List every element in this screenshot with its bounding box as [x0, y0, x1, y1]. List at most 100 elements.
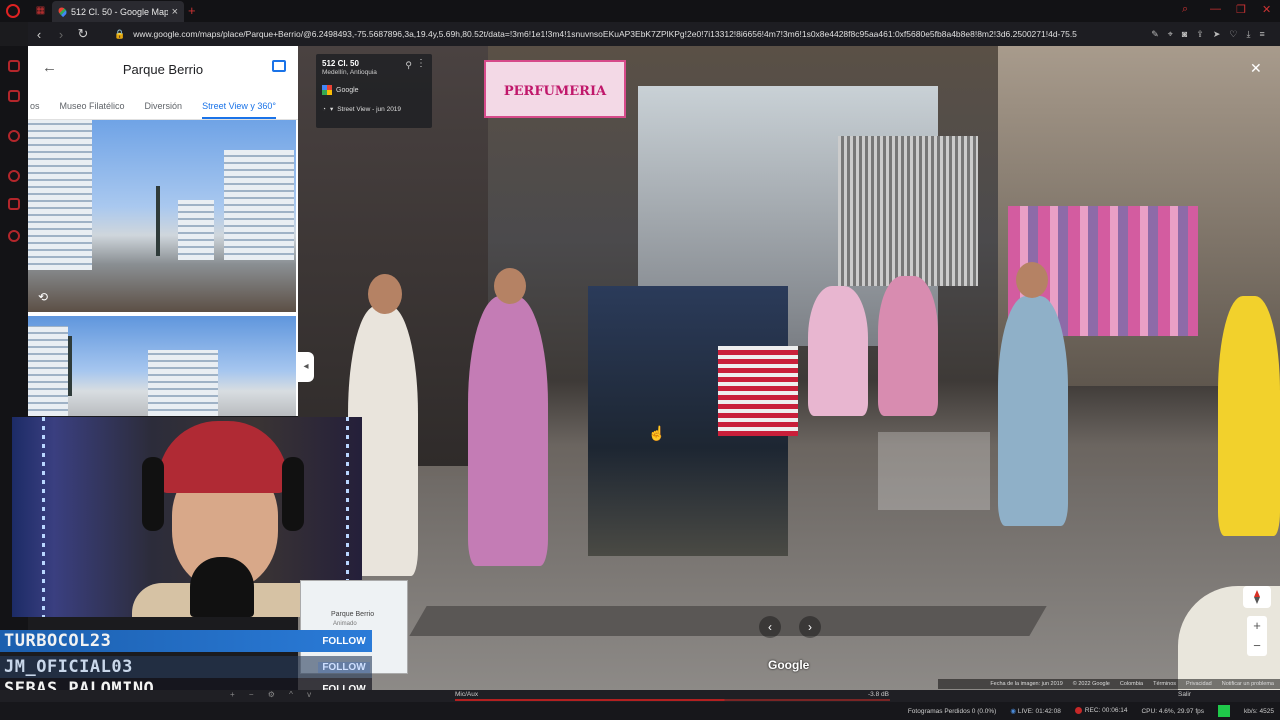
audio-mixer: + − ⚙ ^ v Mic/Aux -3.8 dB Salir [0, 690, 1280, 702]
bitrate: kb/s: 4525 [1244, 707, 1274, 715]
live-timer: ◉ LIVE: 01:42:08 [1010, 707, 1061, 715]
zoom-out-icon[interactable]: − [1247, 636, 1267, 656]
minimize-icon[interactable]: — [1210, 3, 1221, 15]
audio-source-label: Mic/Aux [455, 691, 479, 698]
tab-street-view-360[interactable]: Street View y 360° [202, 101, 277, 119]
led-strip [42, 417, 45, 617]
edit-icon[interactable]: ✎ [1151, 29, 1159, 40]
statue [68, 336, 72, 396]
close-tab-icon[interactable]: × [172, 6, 178, 18]
hover-highlight [878, 432, 990, 510]
url-field[interactable]: www.google.com/maps/place/Parque+Berrio/… [133, 29, 1143, 39]
photo-category-tabs: os Museo Filatélico Diversión Street Vie… [28, 92, 298, 120]
privacy-link[interactable]: Privacidad [1186, 681, 1212, 687]
download-icon[interactable]: ⤓ [1246, 29, 1250, 40]
close-window-icon[interactable]: ✕ [1262, 3, 1271, 16]
reload-icon[interactable]: ↻ [72, 26, 94, 42]
date-selector[interactable]: ◔ ▾ Street View - jun 2019 [322, 105, 426, 114]
person-head [1016, 262, 1048, 298]
zoom-in-icon[interactable]: + [1247, 616, 1267, 636]
collapse-panel-button[interactable]: ◂ [298, 352, 314, 382]
building [224, 150, 294, 260]
send-icon[interactable]: ➤ [1213, 29, 1221, 40]
next-image-button[interactable]: › [799, 616, 821, 638]
share-icon[interactable]: ⇪ [1196, 29, 1204, 40]
history-icon[interactable] [8, 170, 20, 182]
browser-tab[interactable]: 512 Cl. 50 - Google Maps × [52, 1, 184, 22]
photo-thumbnail[interactable] [28, 316, 296, 416]
add-photo-icon[interactable] [272, 60, 286, 72]
pin-icon[interactable]: ⚲ [405, 60, 412, 71]
tab-menu-icon[interactable]: ▦ [34, 4, 47, 17]
new-tab-icon[interactable]: + [188, 3, 196, 18]
follower-row: TURBOCOL23 FOLLOW [0, 630, 372, 652]
person [878, 276, 938, 416]
person-head [368, 274, 402, 314]
frames-dropped: Fotogramas Perdidos 0 (0.0%) [907, 707, 997, 715]
search-tabs-icon[interactable]: ⌕ [1182, 3, 1188, 16]
follower-name: TURBOCOL23 [4, 631, 112, 651]
360-icon: ⟲ [38, 290, 49, 304]
audio-db-readout: -3.8 dB [868, 691, 889, 698]
back-icon[interactable]: ‹ [28, 27, 50, 42]
country-link[interactable]: Colombia [1120, 681, 1143, 687]
location-icon[interactable]: ⌖ [1168, 29, 1173, 40]
exit-button[interactable]: Salir [1178, 691, 1191, 698]
menu-icon[interactable]: ≡ [1259, 29, 1264, 40]
home-icon[interactable] [8, 60, 20, 72]
close-street-view-icon[interactable]: ✕ [1250, 60, 1262, 77]
follow-badge: FOLLOW [322, 635, 366, 647]
street-view-panorama[interactable]: PERFUMERIA [298, 46, 1280, 690]
storefront-sign: PERFUMERIA [484, 60, 626, 118]
person [468, 296, 548, 566]
browser-tab-bar: ▦ 512 Cl. 50 - Google Maps × + ⌕ — ❐ ✕ [0, 0, 1280, 22]
person [998, 296, 1068, 526]
minimap-place-label: Parque Berrio [331, 611, 375, 618]
mouse-cursor-icon: ☝ [648, 425, 666, 441]
live-time: LIVE: 01:42:08 [1017, 708, 1061, 715]
obs-status-bar: Fotogramas Perdidos 0 (0.0%) ◉ LIVE: 01:… [0, 702, 1280, 720]
clock-icon: ◔ [322, 105, 326, 113]
bookmarks-icon[interactable] [8, 198, 20, 210]
forward-icon[interactable]: › [50, 27, 72, 42]
tab-diversion[interactable]: Diversión [145, 101, 183, 111]
back-arrow-icon[interactable]: ← [42, 59, 57, 76]
copyright: © 2022 Google [1072, 681, 1110, 687]
minimap-sublabel: Animado [333, 621, 357, 627]
report-problem-link[interactable]: Notificar un problema [1222, 681, 1274, 687]
opera-logo-icon[interactable] [6, 4, 20, 18]
terms-link[interactable]: Términos [1153, 681, 1176, 687]
place-title: Parque Berrio [122, 61, 204, 77]
tab-museo-filatelico[interactable]: Museo Filatélico [60, 101, 125, 111]
address-bar: ‹ › ↻ 🔒 www.google.com/maps/place/Parque… [28, 22, 1280, 46]
person [1218, 296, 1280, 536]
building [28, 120, 92, 270]
zoom-controls[interactable]: + − [1247, 616, 1267, 656]
rec-time: REC: 00:06:14 [1084, 707, 1128, 715]
heart-icon[interactable]: ♡ [1229, 29, 1237, 40]
tab-partial[interactable]: os [30, 101, 40, 111]
messenger-icon[interactable] [8, 130, 20, 142]
sunglasses-rack [838, 136, 978, 286]
street-view-info-card: 512 Cl. 50 Medellín, Antioquia Google ◔ … [316, 54, 432, 128]
headset-left [142, 457, 164, 531]
mixer-tools-icon[interactable]: + − ⚙ ^ v [230, 690, 317, 699]
chevron-down-icon: ▾ [329, 106, 334, 113]
maximize-icon[interactable]: ❐ [1236, 3, 1246, 16]
headset-right [282, 457, 304, 531]
person-head [494, 268, 526, 304]
street-view-footer: Fecha de la imagen: jun 2019 © 2022 Goog… [938, 679, 1280, 689]
street-view-thumbnail[interactable]: ⟲ [28, 120, 296, 312]
camera-icon[interactable]: ◙ [1182, 29, 1187, 40]
statue [156, 186, 160, 256]
building [28, 326, 68, 416]
live-icon: ◉ [1010, 708, 1017, 715]
street-view-date: Street View - jun 2019 [337, 105, 402, 113]
previous-image-button[interactable]: ‹ [759, 616, 781, 638]
more-options-icon[interactable]: ⋮ [416, 58, 426, 69]
wallet-icon[interactable] [8, 90, 20, 102]
follower-name: JM_OFICIAL03 [4, 657, 133, 677]
building [178, 200, 214, 260]
settings-icon[interactable] [8, 230, 20, 242]
audio-level-meter[interactable] [455, 699, 890, 701]
